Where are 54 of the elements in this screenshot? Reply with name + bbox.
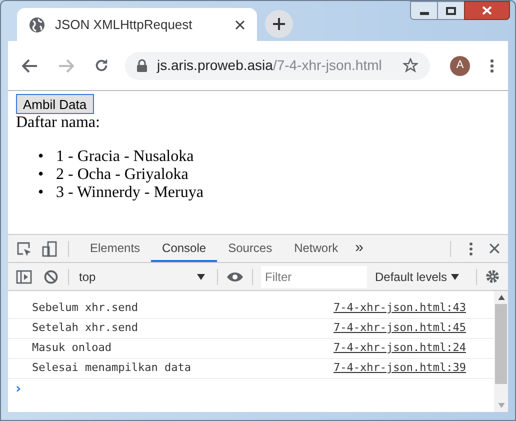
clear-console-icon[interactable] [44,270,58,284]
minimize-button[interactable] [410,1,438,20]
fetch-data-button[interactable]: Ambil Data [16,94,94,114]
filter-field[interactable]: Filter [261,266,367,288]
maximize-button[interactable] [438,1,464,20]
console-message: Selesai menampilkan data [32,360,191,376]
globe-icon [29,16,45,32]
console-prompt[interactable]: › [8,379,494,399]
levels-select[interactable]: Default levels [375,268,460,286]
tab-title: JSON XMLHttpRequest [55,16,194,34]
list-item: 1 - Gracia - Nusaloka [56,148,194,166]
lock-icon [137,59,147,72]
sidebar-toggle-icon[interactable] [16,270,32,284]
url-text: js.aris.proweb.asia/7-4-xhr-json.html [157,56,383,75]
context-select[interactable]: top [79,268,209,286]
dropdown-caret-icon [197,274,205,280]
source-link[interactable]: 7-4-xhr-json.html:45 [334,320,466,337]
close-icon[interactable] [489,243,500,254]
console-message: Sebelum xhr.send [32,300,138,316]
reload-icon[interactable] [94,58,109,73]
close-icon [482,6,492,15]
browser-tab[interactable]: JSON XMLHttpRequest [17,8,257,41]
console-message: Setelah xhr.send [32,320,138,336]
bullet: • [38,184,45,202]
menu-icon[interactable] [490,58,494,72]
device-icon[interactable] [42,240,58,256]
settings-icon[interactable] [485,269,500,284]
avatar[interactable]: A [450,56,470,76]
source-link[interactable]: 7-4-xhr-json.html:43 [334,300,466,317]
scroll-up-icon[interactable] [498,295,504,300]
inspect-icon[interactable] [16,240,32,256]
new-tab-button[interactable] [265,10,293,38]
more-tabs-button[interactable]: » [355,237,364,260]
devtools-tab[interactable]: Sources [217,235,284,262]
source-link[interactable]: 7-4-xhr-json.html:24 [334,340,466,357]
plus-icon [273,18,285,30]
menu-icon[interactable] [469,242,473,256]
devtools-tab[interactable]: Network [283,235,350,262]
scrollbar[interactable] [494,291,508,412]
close-button[interactable] [464,1,510,20]
back-icon[interactable] [22,58,38,72]
source-link[interactable]: 7-4-xhr-json.html:39 [334,360,466,377]
list-heading: Daftar nama: [16,114,101,132]
address-bar[interactable]: js.aris.proweb.asia/7-4-xhr-json.html [125,52,430,80]
dropdown-caret-icon [451,274,460,280]
bullet: • [38,148,45,166]
eye-icon[interactable] [226,270,244,282]
bullet: • [38,166,45,184]
list-item: 2 - Ocha - Griyaloka [56,166,188,184]
star-icon[interactable] [403,58,418,73]
console-message: Masuk onload [32,340,112,356]
list-item: 3 - Winnerdy - Meruya [56,184,204,202]
close-icon[interactable] [235,20,245,30]
devtools-tab[interactable]: Elements [79,235,152,262]
